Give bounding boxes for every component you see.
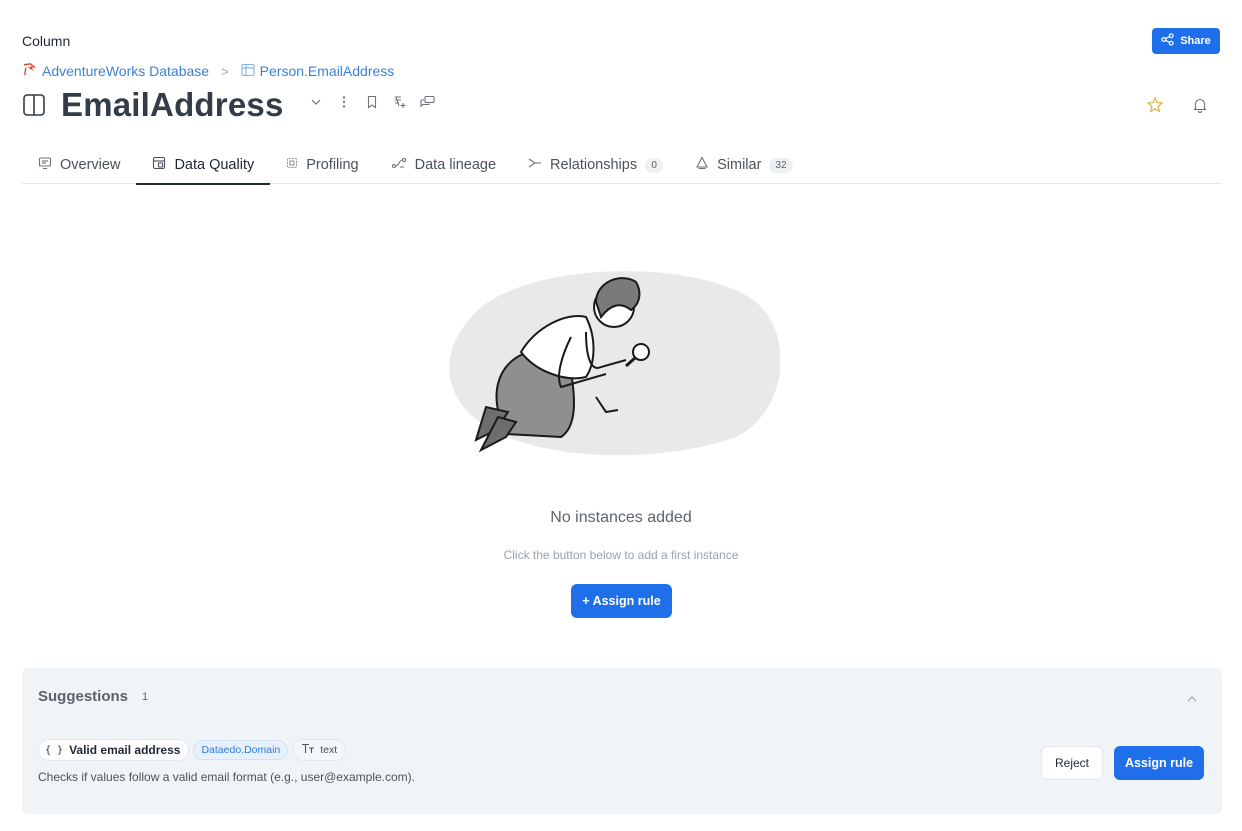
share-label: Share: [1180, 35, 1211, 47]
title-actions: [308, 94, 436, 110]
tab-label: Relationships: [550, 157, 638, 173]
profiling-icon: [286, 157, 298, 173]
empty-state-title: No instances added: [550, 509, 692, 526]
tab-label: Profiling: [306, 157, 359, 173]
suggestions-count: 1: [142, 690, 149, 703]
breadcrumb-database[interactable]: AdventureWorks Database: [22, 62, 209, 80]
lineage-icon: [391, 157, 407, 173]
comments-icon[interactable]: [420, 94, 436, 110]
database-icon: [22, 62, 37, 80]
domain-badge: Dataedo.Domain: [193, 740, 289, 760]
chevron-down-icon[interactable]: [308, 94, 324, 110]
reject-button[interactable]: Reject: [1041, 746, 1103, 780]
tab-count-badge: 32: [769, 157, 793, 173]
tab-data-lineage[interactable]: Data lineage: [375, 146, 512, 184]
suggestions-panel: Suggestions 1 { } Valid email address Da…: [22, 668, 1222, 814]
rule-name: Valid email address: [69, 743, 181, 757]
breadcrumb-table[interactable]: Person.EmailAddress: [241, 63, 395, 80]
overview-icon: [38, 156, 52, 174]
tab-relationships[interactable]: Relationships 0: [512, 146, 679, 184]
tab-overview[interactable]: Overview: [22, 146, 136, 184]
tab-label: Data Quality: [174, 157, 255, 173]
breadcrumb: AdventureWorks Database > Person.EmailAd…: [22, 62, 394, 80]
page-title: EmailAddress: [61, 86, 284, 123]
suggestion-item: { } Valid email address Dataedo.Domain t…: [38, 739, 347, 761]
rule-name-chip: { } Valid email address: [38, 739, 190, 761]
tab-bar: Overview Data Quality Profiling Data lin…: [22, 146, 1222, 185]
chevron-up-icon[interactable]: [1186, 692, 1198, 704]
add-term-icon[interactable]: [392, 94, 408, 110]
breadcrumb-table-label: Person.EmailAddress: [259, 63, 395, 79]
bookmark-icon[interactable]: [364, 94, 380, 110]
tab-similar[interactable]: Similar 32: [679, 146, 808, 184]
title-row: EmailAddress: [22, 84, 436, 126]
tab-label: Data lineage: [414, 157, 497, 173]
column-icon: [22, 93, 54, 117]
tab-data-quality[interactable]: Data Quality: [136, 146, 271, 185]
type-label: text: [320, 744, 338, 756]
empty-state-subtitle: Click the button below to add a first in…: [503, 548, 739, 562]
suggestions-title: Suggestions: [38, 688, 129, 705]
tab-count-badge: 0: [645, 157, 664, 173]
assign-rule-suggestion-button[interactable]: Assign rule: [1114, 746, 1204, 780]
more-vertical-icon[interactable]: [336, 94, 352, 110]
empty-state-illustration: [436, 262, 781, 458]
share-icon: [1161, 33, 1174, 49]
tab-label: Overview: [60, 157, 121, 173]
type-badge: text: [292, 739, 347, 761]
suggestions-header: Suggestions 1: [38, 688, 148, 705]
breadcrumb-database-label: AdventureWorks Database: [42, 63, 210, 79]
bell-icon[interactable]: [1191, 96, 1209, 114]
object-type-label: Column: [22, 33, 71, 49]
text-type-icon: [301, 743, 315, 757]
tab-label: Similar: [717, 157, 762, 173]
similar-icon: [695, 156, 709, 174]
relationships-icon: [528, 157, 542, 173]
star-icon[interactable]: [1146, 96, 1164, 114]
tab-profiling[interactable]: Profiling: [270, 146, 374, 184]
assign-rule-button[interactable]: + Assign rule: [571, 584, 672, 618]
data-quality-icon: [152, 156, 166, 174]
brackets-icon: { }: [45, 744, 64, 756]
breadcrumb-separator: >: [221, 63, 229, 79]
table-icon: [241, 63, 255, 80]
share-button[interactable]: Share: [1152, 28, 1220, 54]
rule-description: Checks if values follow a valid email fo…: [38, 770, 415, 784]
